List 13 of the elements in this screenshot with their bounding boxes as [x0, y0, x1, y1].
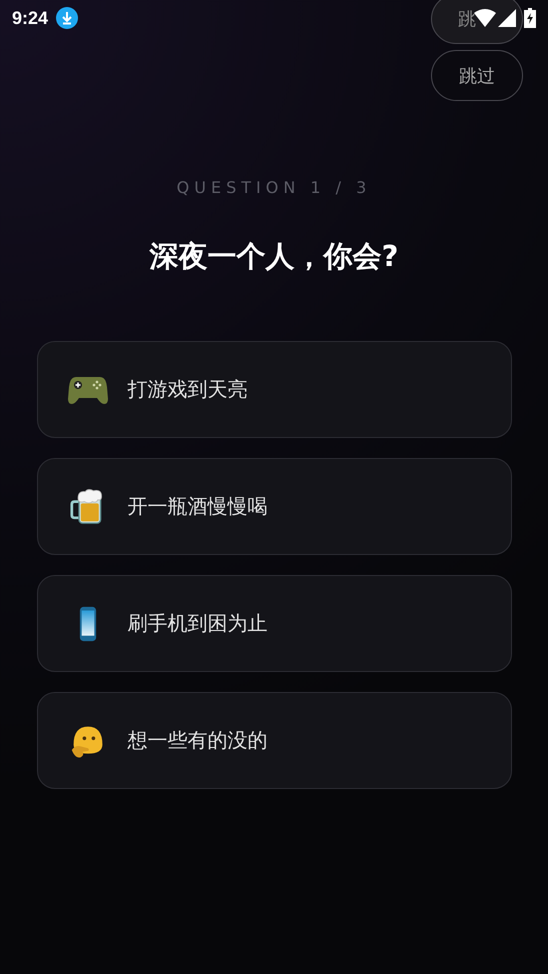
- answer-option[interactable]: 开一瓶酒慢慢喝: [36, 458, 512, 555]
- skip-button[interactable]: 跳: [431, 0, 523, 44]
- question-counter: QUESTION 1 / 3: [176, 178, 372, 197]
- answer-option[interactable]: 打游戏到天亮: [36, 341, 512, 438]
- signal-icon: [498, 9, 516, 27]
- download-icon: [56, 7, 78, 29]
- answer-option[interactable]: 想一些有的没的: [36, 692, 512, 789]
- wifi-icon: [474, 9, 496, 27]
- battery-icon: [524, 8, 536, 28]
- status-time: 9:24: [12, 8, 48, 28]
- skip-button[interactable]: 跳过: [431, 50, 523, 101]
- question-title: 深夜一个人，你会?: [150, 238, 398, 275]
- answer-option[interactable]: 刷手机到困为止: [36, 575, 512, 672]
